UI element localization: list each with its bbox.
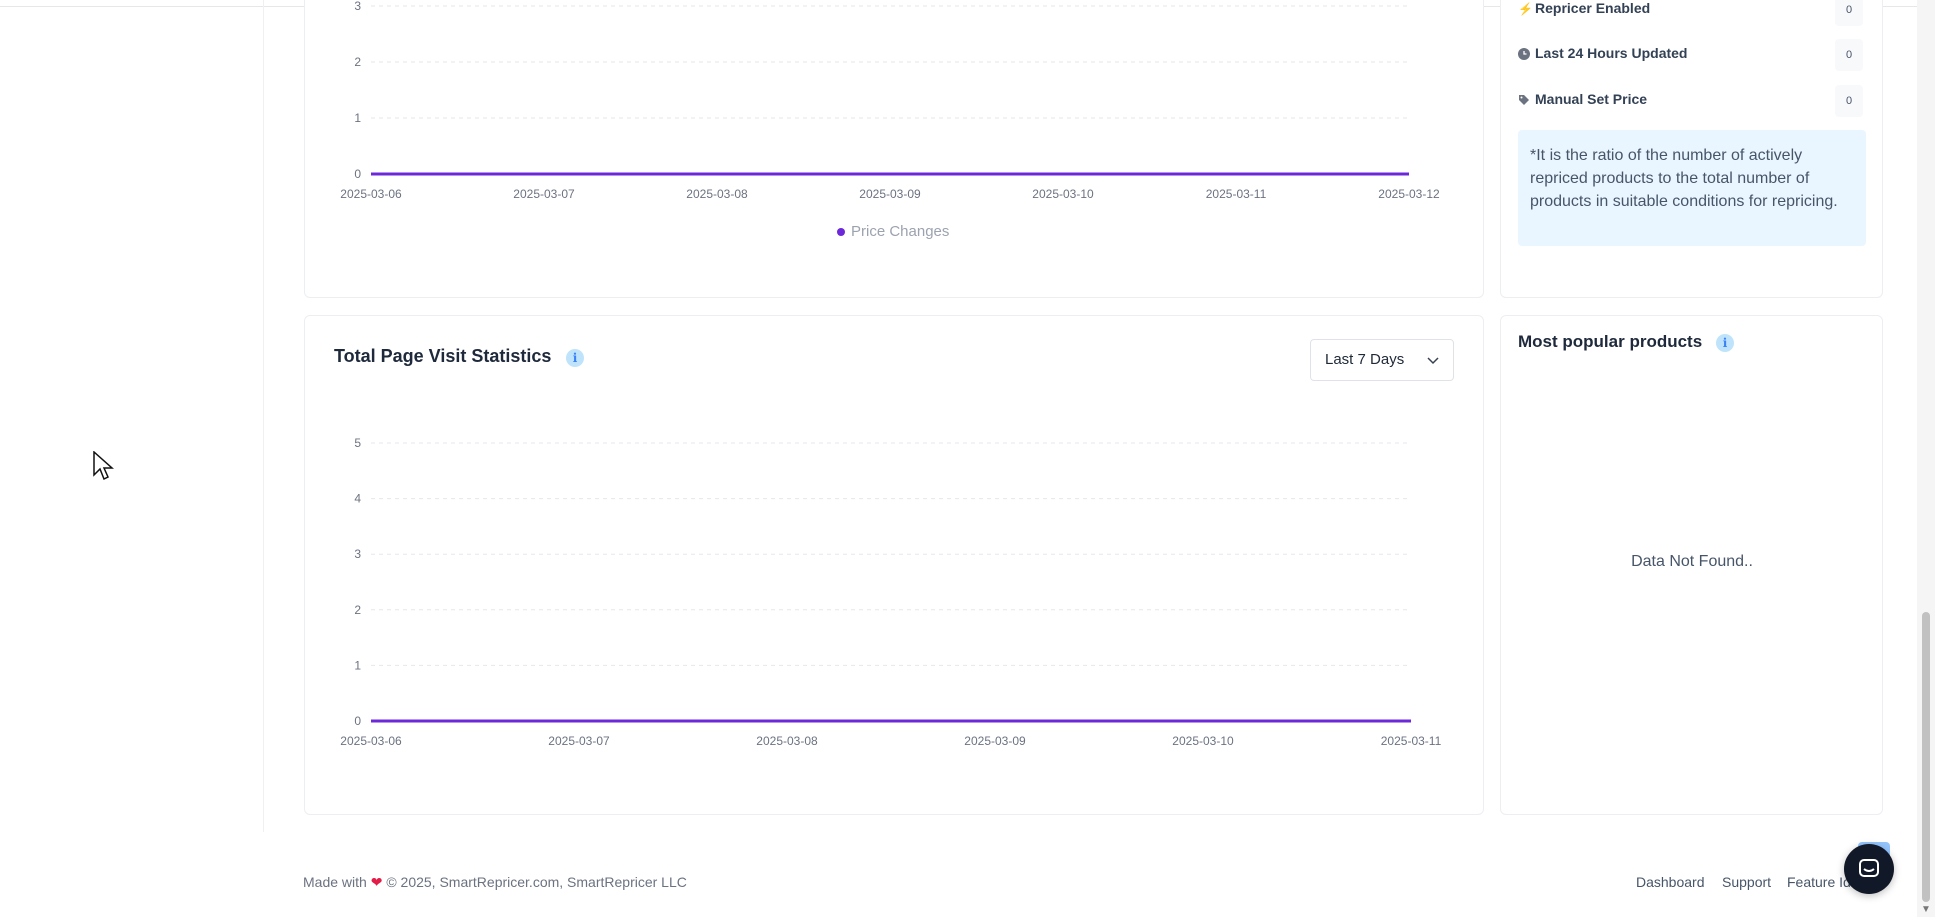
stat-label: Repricer Enabled	[1535, 0, 1651, 16]
x-tick-label: 2025-03-08	[686, 187, 748, 201]
y-tick-label: 4	[354, 492, 361, 506]
x-tick-label: 2025-03-11	[1206, 187, 1267, 201]
stat-value: 0	[1835, 85, 1863, 117]
chevron-down-icon	[1427, 340, 1439, 380]
stat-label: Last 24 Hours Updated	[1535, 45, 1688, 61]
info-icon[interactable]: i	[566, 349, 584, 367]
tag-icon	[1518, 94, 1530, 106]
x-tick-label: 2025-03-09	[859, 187, 921, 201]
copyright-text: © 2025, SmartRepricer.com, SmartRepricer…	[386, 874, 687, 890]
lightning-icon: ⚡	[1518, 2, 1533, 16]
x-tick-label: 2025-03-07	[513, 187, 575, 201]
date-range-select[interactable]: Last 7 Days	[1310, 339, 1454, 381]
stat-label: Manual Set Price	[1535, 91, 1648, 107]
stat-value: 0	[1835, 0, 1863, 26]
x-tick-label: 2025-03-06	[340, 734, 402, 748]
price-changes-card: 0 1 2 3 2025-03-06 2025-03-07 2025-03-08 2025-0…	[304, 0, 1484, 298]
y-tick-label: 5	[354, 436, 361, 450]
y-tick-label: 2	[354, 55, 361, 69]
price-changes-chart: 0 1 2 3 2025-03-06 2025-03-07 2025-03-08 2025-0…	[340, 0, 1440, 201]
stat-last-24-hours-updated: Last 24 Hours Updated 0	[1518, 39, 1863, 71]
x-tick-label: 2025-03-08	[756, 734, 818, 748]
footer-link-dashboard[interactable]: Dashboard	[1636, 874, 1705, 890]
sidebar-divider	[263, 0, 264, 832]
y-tick-label: 1	[354, 658, 361, 672]
chat-icon	[1859, 859, 1879, 877]
info-icon[interactable]: i	[1716, 334, 1734, 352]
page-scrollbar[interactable]: ▼	[1917, 0, 1935, 917]
stat-repricer-enabled: ⚡ Repricer Enabled 0	[1518, 0, 1863, 26]
stat-value: 0	[1835, 39, 1863, 71]
made-with-text: Made with	[303, 874, 367, 890]
page-visit-chart: 0 1 2 3 4 5 2025-03-06 2025-03-07 2025-03-08 2025…	[340, 436, 1442, 748]
legend-label: Price Changes	[851, 223, 950, 240]
page-visit-card: 0 1 2 3 4 5 2025-03-06 2025-03-07 2025-03-08 2025…	[304, 315, 1484, 815]
footer-link-support[interactable]: Support	[1722, 874, 1771, 890]
date-range-value: Last 7 Days	[1325, 351, 1405, 368]
scroll-down-arrow[interactable]: ▼	[1921, 904, 1931, 915]
mouse-cursor-icon	[93, 451, 114, 481]
clock-icon	[1518, 48, 1530, 60]
y-tick-label: 0	[354, 714, 361, 728]
y-tick-label: 1	[354, 111, 361, 125]
x-tick-label: 2025-03-11	[1381, 734, 1442, 748]
x-tick-label: 2025-03-09	[964, 734, 1026, 748]
x-tick-label: 2025-03-06	[340, 187, 402, 201]
heart-icon: ❤	[370, 874, 383, 890]
popular-products-title: Most popular products	[1518, 332, 1703, 351]
scrollbar-thumb[interactable]	[1922, 612, 1930, 902]
x-tick-label: 2025-03-10	[1032, 187, 1094, 201]
x-tick-label: 2025-03-12	[1378, 187, 1440, 201]
empty-state: Data Not Found..	[1631, 553, 1753, 570]
legend-dot	[837, 228, 845, 237]
x-tick-label: 2025-03-07	[548, 734, 610, 748]
y-tick-label: 0	[354, 167, 361, 181]
y-tick-label: 2	[354, 603, 361, 617]
chat-launcher[interactable]	[1844, 844, 1894, 894]
ratio-note: *It is the ratio of the number of active…	[1518, 130, 1866, 246]
legend-price-changes[interactable]: Price Changes	[837, 223, 949, 240]
x-tick-label: 2025-03-10	[1172, 734, 1234, 748]
footer-link-feature[interactable]: Feature Id	[1787, 874, 1851, 890]
footer-credit: Made with ❤ © 2025, SmartRepricer.com, S…	[303, 874, 687, 891]
page-visit-title: Total Page Visit Statistics	[334, 346, 552, 366]
stat-manual-set-price: Manual Set Price 0	[1518, 85, 1863, 117]
y-tick-label: 3	[354, 0, 361, 13]
y-tick-label: 3	[354, 547, 361, 561]
